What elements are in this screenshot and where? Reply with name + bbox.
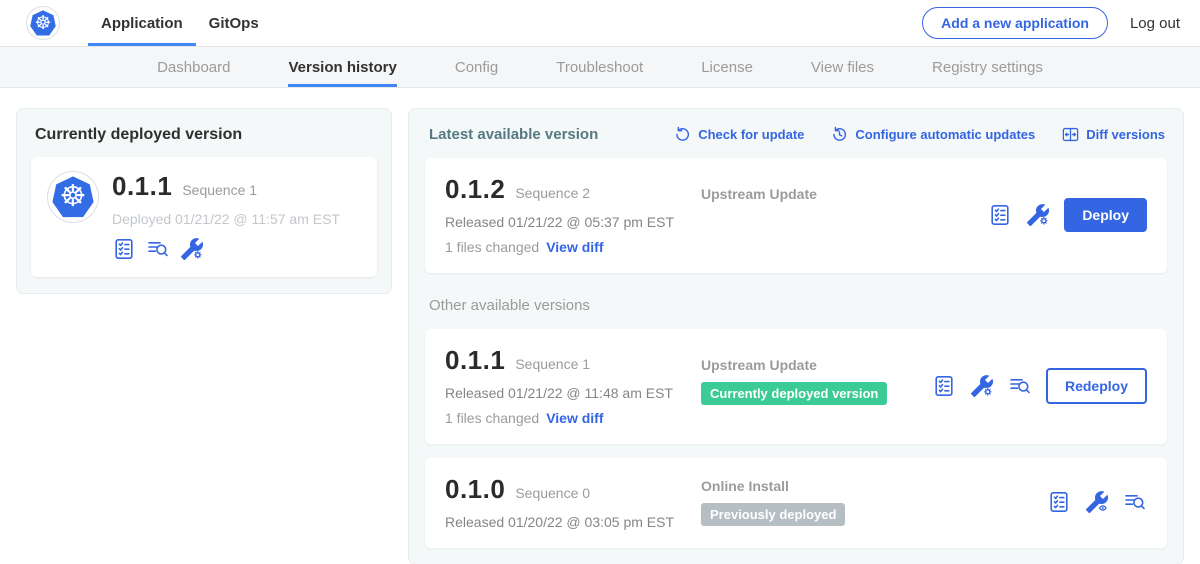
checklist-icon[interactable]	[1047, 490, 1071, 514]
deploy-button[interactable]: Deploy	[1064, 198, 1147, 232]
version-number: 0.1.2	[445, 174, 505, 205]
logs-icon[interactable]	[1008, 374, 1032, 398]
logs-icon[interactable]	[1123, 490, 1147, 514]
version-row-0-1-0: 0.1.0 Sequence 0 Released 01/20/22 @ 03:…	[425, 458, 1167, 548]
header-tabs: Application GitOps	[88, 0, 272, 46]
version-row-0-1-1: 0.1.1 Sequence 1 Released 01/21/22 @ 11:…	[425, 329, 1167, 444]
config-icon[interactable]	[1026, 203, 1050, 227]
logout-link[interactable]: Log out	[1130, 15, 1180, 32]
other-versions-title: Other available versions	[429, 297, 1165, 314]
app-icon: ☸	[47, 171, 99, 223]
version-source-label: Upstream Update	[701, 186, 988, 202]
checklist-icon[interactable]	[112, 237, 136, 261]
currently-deployed-card: Currently deployed version ☸ 0.1.1 Seque…	[16, 108, 392, 294]
tab-application[interactable]: Application	[88, 0, 196, 46]
schedule-icon	[830, 125, 849, 144]
currently-deployed-title: Currently deployed version	[35, 126, 377, 144]
deployed-version-card: ☸ 0.1.1 Sequence 1 Deployed 01/21/22 @ 1…	[31, 157, 377, 277]
sequence-label: Sequence 2	[515, 185, 590, 201]
version-number: 0.1.0	[445, 474, 505, 505]
version-history-panel: Latest available version Check for updat…	[408, 108, 1184, 564]
files-changed-label: 1 files changed	[445, 410, 539, 426]
kubernetes-logo: ☸	[26, 6, 60, 40]
released-timestamp: Released 01/20/22 @ 03:05 pm EST	[445, 514, 701, 530]
check-for-update-label: Check for update	[698, 127, 804, 142]
deployed-version-number: 0.1.1	[112, 171, 172, 202]
subnav-tab-dashboard[interactable]: Dashboard	[157, 47, 230, 87]
config-view-icon[interactable]	[1085, 490, 1109, 514]
subnav-tab-version-history[interactable]: Version history	[288, 47, 396, 87]
refresh-icon	[673, 125, 692, 144]
sequence-label: Sequence 0	[515, 485, 590, 501]
subnav-tab-view-files[interactable]: View files	[811, 47, 874, 87]
checklist-icon[interactable]	[932, 374, 956, 398]
subnav-tab-config[interactable]: Config	[455, 47, 498, 87]
files-changed-label: 1 files changed	[445, 239, 539, 255]
previously-deployed-badge: Previously deployed	[701, 503, 845, 526]
redeploy-button[interactable]: Redeploy	[1046, 368, 1147, 404]
subnav-tab-troubleshoot[interactable]: Troubleshoot	[556, 47, 643, 87]
config-icon[interactable]	[970, 374, 994, 398]
diff-icon	[1061, 125, 1080, 144]
kubernetes-wheel-icon: ☸	[52, 176, 94, 218]
configure-automatic-updates-label: Configure automatic updates	[855, 127, 1035, 142]
released-timestamp: Released 01/21/22 @ 11:48 am EST	[445, 385, 701, 401]
diff-versions-link[interactable]: Diff versions	[1061, 125, 1165, 144]
deployed-timestamp: Deployed 01/21/22 @ 11:57 am EST	[112, 211, 340, 227]
view-diff-link[interactable]: View diff	[546, 410, 603, 426]
sequence-label: Sequence 1	[515, 356, 590, 372]
tab-gitops[interactable]: GitOps	[196, 0, 272, 46]
config-icon[interactable]	[180, 237, 204, 261]
version-row-0-1-2: 0.1.2 Sequence 2 Released 01/21/22 @ 05:…	[425, 158, 1167, 273]
deployed-sequence-label: Sequence 1	[182, 182, 257, 198]
released-timestamp: Released 01/21/22 @ 05:37 pm EST	[445, 214, 701, 230]
latest-version-title: Latest available version	[429, 126, 598, 143]
logs-icon[interactable]	[146, 237, 170, 261]
view-diff-link[interactable]: View diff	[546, 239, 603, 255]
check-for-update-link[interactable]: Check for update	[673, 125, 804, 144]
app-header: ☸ Application GitOps Add a new applicati…	[0, 0, 1200, 47]
version-source-label: Online Install	[701, 478, 1047, 494]
app-subnav: Dashboard Version history Config Trouble…	[0, 47, 1200, 88]
currently-deployed-badge: Currently deployed version	[701, 382, 887, 405]
subnav-tab-license[interactable]: License	[701, 47, 753, 87]
checklist-icon[interactable]	[988, 203, 1012, 227]
subnav-tab-registry-settings[interactable]: Registry settings	[932, 47, 1043, 87]
diff-versions-label: Diff versions	[1086, 127, 1165, 142]
kubernetes-wheel-icon: ☸	[30, 10, 56, 36]
version-source-label: Upstream Update	[701, 357, 932, 373]
add-new-application-button[interactable]: Add a new application	[922, 7, 1108, 39]
version-number: 0.1.1	[445, 345, 505, 376]
configure-automatic-updates-link[interactable]: Configure automatic updates	[830, 125, 1035, 144]
